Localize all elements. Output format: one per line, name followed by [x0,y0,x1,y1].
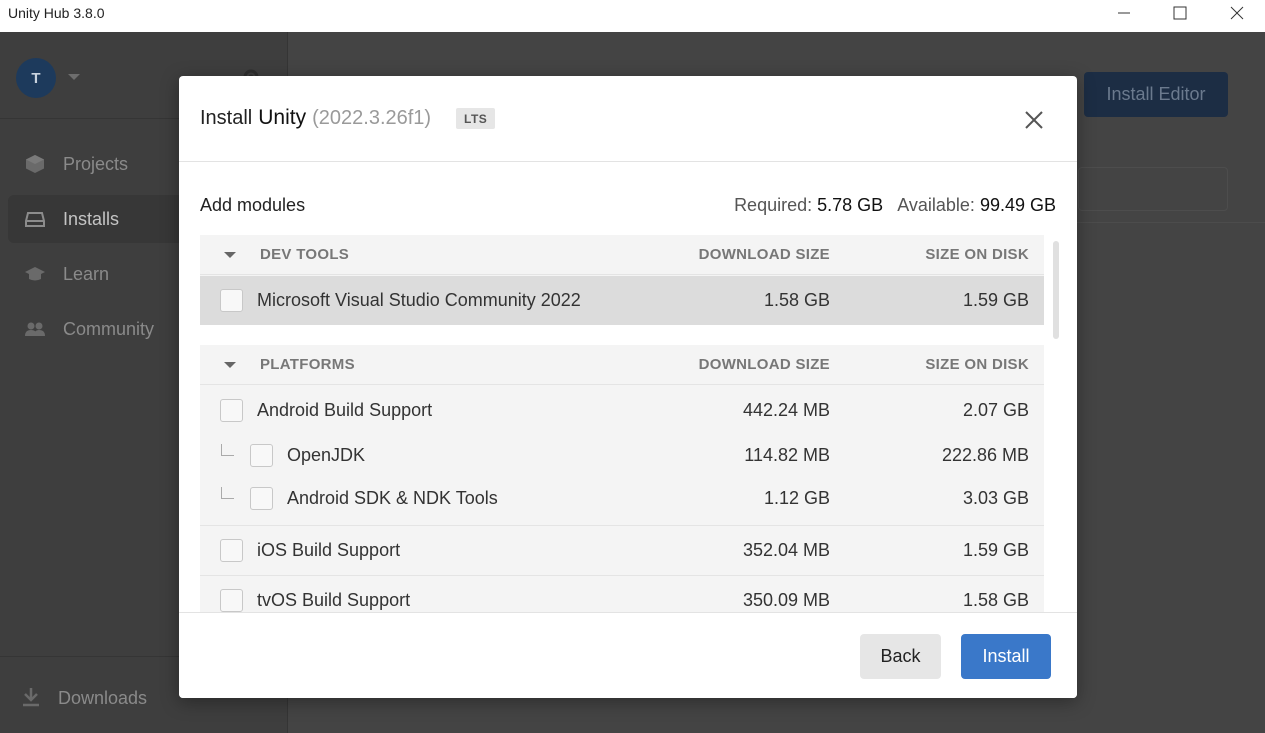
module-download-size: 442.24 MB [742,400,830,420]
close-icon [1230,6,1244,20]
tree-connector [221,487,234,499]
graduation-cap-icon [25,267,45,281]
required-label: Required: [734,195,813,215]
module-disk-size: 2.07 GB [962,400,1029,420]
dialog-title-prefix: Install [200,107,253,129]
dialog-title-product: Unity [258,106,307,129]
close-icon[interactable] [1022,108,1046,132]
module-row[interactable]: Android Build Support 442.24 MB 2.07 GB [200,386,1044,434]
search-input[interactable] [1078,167,1228,211]
minimize-icon [1118,12,1130,14]
download-size-header: DOWNLOAD SIZE [698,246,830,263]
sidebar-item-label: Installs [63,209,120,229]
close-window-button[interactable] [1209,0,1265,26]
window-title: Unity Hub 3.8.0 [8,5,105,21]
module-download-size: 350.09 MB [742,590,830,610]
minimize-button[interactable] [1096,0,1152,26]
sidebar-item-label: Community [63,319,155,339]
section-platforms: PLATFORMS DOWNLOAD SIZE SIZE ON DISK And… [200,345,1044,612]
download-icon [23,688,39,707]
module-checkbox[interactable] [220,539,243,562]
module-disk-size: 1.59 GB [962,540,1029,560]
section-dev-tools: DEV TOOLS DOWNLOAD SIZE SIZE ON DISK Mic… [200,235,1044,325]
size-on-disk-header: SIZE ON DISK [925,356,1029,373]
available-label: Available: [897,195,975,215]
module-checkbox[interactable] [250,487,273,510]
module-disk-size: 3.03 GB [962,488,1029,508]
downloads-label: Downloads [58,688,148,708]
add-modules-heading: Add modules [200,195,306,215]
module-name: Android SDK & NDK Tools [287,488,498,508]
scrollbar[interactable] [1053,241,1059,339]
module-download-size: 352.04 MB [742,540,830,560]
size-on-disk-header: SIZE ON DISK [925,246,1029,263]
module-checkbox[interactable] [220,289,243,312]
module-checkbox[interactable] [250,444,273,467]
module-name: OpenJDK [287,445,366,465]
download-size-header: DOWNLOAD SIZE [698,356,830,373]
avatar-initial: T [31,69,41,87]
chevron-down-icon[interactable] [224,252,236,258]
section-title: DEV TOOLS [260,246,350,263]
module-download-size: 1.58 GB [763,290,830,310]
space-summary: Required: 5.78 GB Available: 99.49 GB [734,195,1056,216]
install-button[interactable]: Install [961,634,1051,679]
install-unity-dialog: Install Unity (2022.3.26f1) LTS Add modu… [179,76,1077,698]
module-row[interactable]: iOS Build Support 352.04 MB 1.59 GB [200,526,1044,575]
drive-icon [25,212,45,227]
module-name: Android Build Support [257,400,433,420]
module-row[interactable]: tvOS Build Support 350.09 MB 1.58 GB [200,576,1044,612]
dialog-footer: Back Install [179,612,1077,698]
install-editor-button[interactable]: Install Editor [1084,72,1228,117]
chevron-down-icon[interactable] [68,74,80,80]
module-checkbox[interactable] [220,399,243,422]
module-disk-size: 1.58 GB [962,590,1029,610]
module-row[interactable]: Microsoft Visual Studio Community 2022 1… [200,276,1044,325]
chevron-down-icon[interactable] [224,362,236,368]
sidebar-item-label: Projects [63,154,129,174]
required-value: 5.78 GB [817,195,884,215]
version-label: (2022.3.26f1) [312,107,432,129]
available-value: 99.49 GB [979,195,1056,215]
module-download-size: 114.82 MB [744,445,830,465]
maximize-button[interactable] [1152,0,1208,26]
section-header[interactable]: DEV TOOLS DOWNLOAD SIZE SIZE ON DISK [200,235,1044,275]
module-disk-size: 1.59 GB [962,290,1029,310]
module-row-child[interactable]: OpenJDK 114.82 MB 222.86 MB [200,434,1044,477]
avatar[interactable]: T [16,58,56,98]
lts-badge: LTS [456,108,496,129]
cube-icon [26,155,44,173]
dialog-title: Install Unity (2022.3.26f1) [200,106,431,130]
module-row-child[interactable]: Android SDK & NDK Tools 1.12 GB 3.03 GB [200,477,1044,525]
module-name: Microsoft Visual Studio Community 2022 [257,290,581,310]
module-checkbox[interactable] [220,589,243,612]
title-bar: Unity Hub 3.8.0 [0,0,1265,32]
back-button[interactable]: Back [860,634,941,679]
section-title: PLATFORMS [260,356,355,373]
module-download-size: 1.12 GB [763,488,830,508]
section-header[interactable]: PLATFORMS DOWNLOAD SIZE SIZE ON DISK [200,345,1044,385]
sidebar-item-label: Learn [63,264,110,284]
tree-connector [221,444,234,456]
module-disk-size: 222.86 MB [941,445,1029,465]
maximize-icon [1173,6,1187,20]
modules-list[interactable]: DEV TOOLS DOWNLOAD SIZE SIZE ON DISK Mic… [200,235,1044,612]
module-name: iOS Build Support [257,540,401,560]
dialog-header: Install Unity (2022.3.26f1) LTS [179,76,1077,162]
people-icon [25,322,45,336]
module-name: tvOS Build Support [257,590,411,610]
